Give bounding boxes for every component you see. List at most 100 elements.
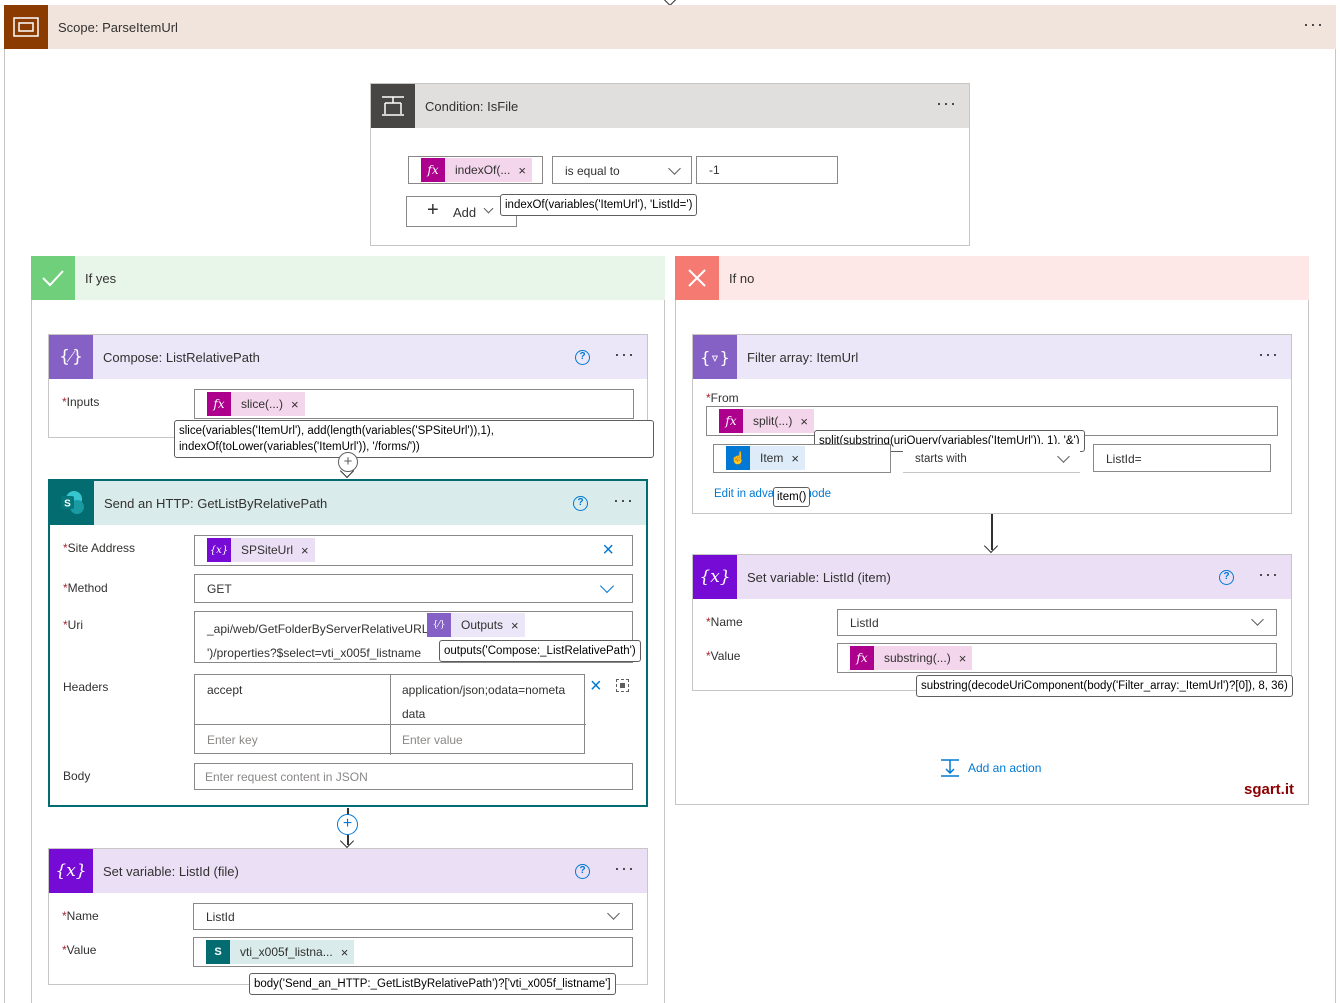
svg-text:S: S	[64, 499, 71, 510]
compose-token-tooltip: slice(variables('ItemUrl'), add(length(v…	[174, 420, 654, 458]
setvar-item-title: Set variable: ListId (item)	[747, 570, 891, 585]
variable-icon: {x}	[49, 849, 93, 893]
help-icon[interactable]: ?	[575, 864, 590, 879]
http-site-token[interactable]: {x} SPSiteUrl ×	[207, 538, 315, 562]
condition-title: Condition: IsFile	[425, 99, 519, 114]
setvar-file-value-field[interactable]: S vti_x005f_listna... ×	[193, 937, 633, 967]
remove-token-icon[interactable]: ×	[800, 414, 808, 429]
header-value-input[interactable]: Enter value	[402, 733, 463, 747]
fx-icon: fx	[207, 392, 231, 416]
filter-operator-select[interactable]: starts with	[903, 444, 1080, 473]
compose-inputs-label: *Inputs	[62, 395, 100, 409]
http-body-label: Body	[63, 769, 91, 783]
connector-plus-button[interactable]: +	[337, 814, 358, 835]
filter-more-button[interactable]: ···	[1258, 345, 1279, 363]
if-no-header[interactable]: If no	[675, 256, 1309, 300]
filter-left-operand[interactable]: ☝ Item ×	[713, 444, 891, 473]
scope-header[interactable]: Scope: ParseItemUrl ···	[4, 5, 1336, 49]
filter-from-label: *From	[706, 391, 739, 405]
header-value-cell-line2[interactable]: data	[402, 707, 425, 721]
header-key-cell[interactable]: accept	[207, 683, 242, 697]
http-method-select[interactable]: GET	[194, 574, 633, 603]
remove-token-icon[interactable]: ×	[291, 397, 299, 412]
filter-item-token-label: Item	[760, 451, 784, 465]
setvar-file-tooltip: body('Send_an_HTTP:_GetListByRelativePat…	[249, 973, 616, 995]
add-action-label: Add an action	[968, 761, 1042, 775]
help-icon[interactable]: ?	[1219, 570, 1234, 585]
setvar-file-name-label: *Name	[62, 909, 99, 923]
compose-token[interactable]: fx slice(...) ×	[207, 392, 305, 416]
add-action-icon	[941, 759, 959, 777]
help-icon[interactable]: ?	[575, 350, 590, 365]
remove-token-icon[interactable]: ×	[791, 451, 799, 466]
filter-right-operand[interactable]: ListId=	[1093, 444, 1271, 472]
header-value-cell-line1[interactable]: application/json;odata=nometa	[402, 683, 565, 697]
chevron-down-icon	[607, 907, 620, 920]
setvar-file-token[interactable]: S vti_x005f_listna... ×	[206, 940, 355, 964]
condition-left-operand[interactable]: fx indexOf(... ×	[408, 156, 543, 184]
if-yes-header[interactable]: If yes	[31, 256, 665, 300]
setvar-item-header[interactable]: {x} Set variable: ListId (item) ? ···	[693, 555, 1291, 599]
remove-token-icon[interactable]: ×	[518, 163, 526, 178]
setvar-item-name-select[interactable]: ListId	[837, 609, 1277, 636]
clear-icon[interactable]: ×	[602, 539, 614, 562]
http-body-field[interactable]: Enter request content in JSON	[194, 763, 633, 790]
condition-header[interactable]: Condition: IsFile ···	[371, 84, 969, 128]
setvar-item-token-label: substring(...)	[884, 651, 951, 665]
if-yes-label: If yes	[85, 271, 117, 286]
scope-more-button[interactable]: ···	[1303, 15, 1324, 33]
setvar-item-value-label: *Value	[706, 649, 741, 663]
condition-add-label: Add	[453, 205, 477, 220]
condition-token-tooltip: indexOf(variables('ItemUrl'), 'ListId=')	[500, 194, 698, 216]
setvar-item-more-button[interactable]: ···	[1258, 565, 1279, 583]
setvar-file-name-select[interactable]: ListId	[193, 903, 633, 930]
condition-operator-select[interactable]: is equal to	[552, 156, 692, 184]
add-action-button[interactable]: Add an action	[940, 757, 1041, 779]
hand-pointer-icon: ☝	[726, 446, 750, 470]
remove-token-icon[interactable]: ×	[959, 651, 967, 666]
filter-icon: {▿}	[693, 335, 737, 379]
compose-inputs-field[interactable]: fx slice(...) ×	[194, 389, 634, 419]
header-key-input[interactable]: Enter key	[207, 733, 258, 747]
filter-header[interactable]: {▿} Filter array: ItemUrl ···	[693, 335, 1291, 379]
http-uri-tooltip: outputs('Compose:_ListRelativePath')	[439, 640, 641, 662]
setvar-file-header[interactable]: {x} Set variable: ListId (file) ? ···	[49, 849, 647, 893]
filter-item-token[interactable]: ☝ Item ×	[726, 446, 805, 470]
fx-icon: fx	[850, 646, 874, 670]
chevron-down-icon	[1057, 450, 1070, 463]
text-mode-icon[interactable]	[616, 679, 629, 692]
setvar-file-value-label: *Value	[62, 943, 97, 957]
chevron-down-icon	[483, 203, 494, 214]
http-method-value: GET	[207, 582, 232, 596]
chevron-down-icon	[599, 578, 615, 594]
chevron-down-icon	[668, 162, 681, 175]
fx-icon: fx	[719, 409, 743, 433]
compose-more-button[interactable]: ···	[614, 345, 635, 363]
filter-from-token[interactable]: fx split(...) ×	[719, 409, 814, 433]
setvar-file-more-button[interactable]: ···	[614, 859, 635, 877]
remove-token-icon[interactable]: ×	[301, 543, 309, 558]
setvar-file-card: {x} Set variable: ListId (file) ? ··· *N…	[48, 848, 648, 985]
setvar-item-token[interactable]: fx substring(...) ×	[850, 646, 973, 670]
setvar-item-value-field[interactable]: fx substring(...) ×	[837, 643, 1277, 673]
remove-token-icon[interactable]: ×	[511, 618, 519, 633]
http-more-button[interactable]: ···	[613, 491, 634, 509]
http-header[interactable]: S Send an HTTP: GetListByRelativePath ? …	[50, 481, 646, 525]
http-uri-token[interactable]: {⁄} Outputs ×	[427, 613, 525, 637]
http-body-placeholder: Enter request content in JSON	[205, 770, 368, 784]
setvar-file-token-label: vti_x005f_listna...	[240, 945, 333, 959]
condition-right-operand[interactable]: -1	[696, 156, 838, 184]
compose-token-label: slice(...)	[241, 397, 283, 411]
compose-header[interactable]: {⁄} Compose: ListRelativePath ? ···	[49, 335, 647, 379]
delete-header-icon[interactable]: ×	[590, 675, 602, 698]
condition-left-token-label: indexOf(...	[455, 163, 511, 177]
http-method-label: *Method	[63, 581, 108, 595]
setvar-file-name-value: ListId	[206, 910, 235, 924]
remove-token-icon[interactable]: ×	[341, 945, 349, 960]
help-icon[interactable]: ?	[573, 496, 588, 511]
compose-icon: {⁄}	[427, 613, 451, 637]
setvar-item-name-value: ListId	[850, 616, 879, 630]
condition-left-token[interactable]: fx indexOf(... ×	[421, 158, 532, 182]
http-site-field[interactable]: {x} SPSiteUrl × ×	[194, 535, 633, 566]
condition-more-button[interactable]: ···	[936, 94, 957, 112]
